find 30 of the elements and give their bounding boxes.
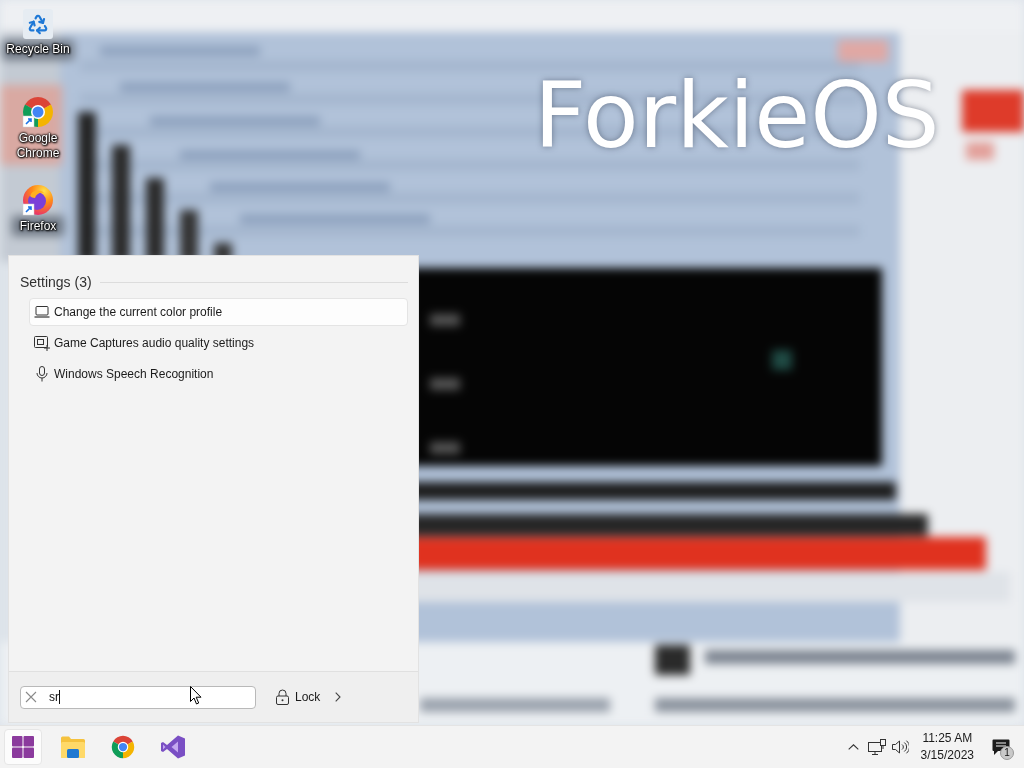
app-logo-icon[interactable] <box>160 735 186 759</box>
desktop-icon-label[interactable]: Recycle Bin <box>2 42 74 57</box>
network-icon[interactable] <box>867 739 886 755</box>
desktop-icon-label[interactable]: Firefox <box>2 219 74 234</box>
search-result-item[interactable]: Change the current color profile <box>29 298 408 326</box>
windows-logo-icon <box>12 736 34 758</box>
search-field[interactable]: sr <box>20 685 256 709</box>
section-title: Settings (3) <box>20 273 92 291</box>
laptop-icon <box>34 306 50 318</box>
volume-icon[interactable] <box>892 740 910 754</box>
lock-icon <box>276 689 289 705</box>
folder-icon[interactable] <box>61 736 85 758</box>
clock-time[interactable]: 11:25 AM <box>922 730 973 747</box>
recycle-bin-icon[interactable] <box>23 9 53 39</box>
firefox-icon[interactable] <box>22 184 54 216</box>
search-result-item[interactable]: Windows Speech Recognition <box>29 360 408 388</box>
notification-badge: 1 <box>1000 746 1014 760</box>
chrome-icon[interactable] <box>22 96 54 128</box>
chrome-icon[interactable] <box>111 735 135 759</box>
microphone-icon <box>36 366 48 382</box>
text-cursor-icon <box>59 690 60 704</box>
clock-date[interactable]: 3/15/2023 <box>920 747 974 764</box>
start-button[interactable] <box>4 729 42 765</box>
search-result-item[interactable]: Game Captures audio quality settings <box>29 329 408 357</box>
screen-capture-icon <box>34 335 50 351</box>
chevron-right-icon[interactable] <box>335 692 342 702</box>
lock-button[interactable]: Lock <box>272 687 325 707</box>
close-icon[interactable] <box>25 691 37 703</box>
mouse-pointer-icon <box>190 686 202 705</box>
chevron-up-icon[interactable] <box>848 744 860 750</box>
